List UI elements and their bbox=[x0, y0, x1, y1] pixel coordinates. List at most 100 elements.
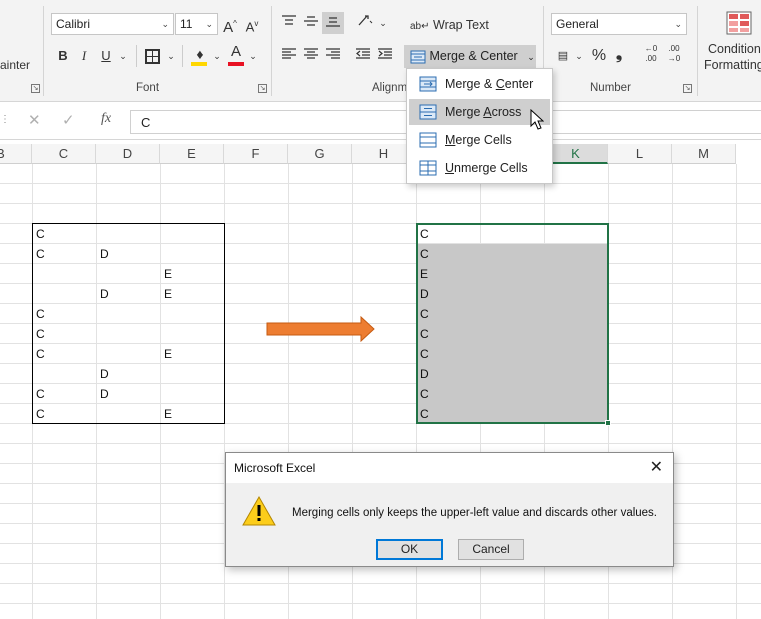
borders-icon[interactable] bbox=[145, 49, 160, 64]
insert-function-icon[interactable]: fx bbox=[101, 111, 111, 127]
result-cell[interactable]: C bbox=[417, 324, 607, 344]
italic-button[interactable]: I bbox=[75, 45, 93, 67]
result-cell[interactable]: D bbox=[417, 284, 607, 304]
chevron-down-icon[interactable]: ⌄ bbox=[116, 45, 130, 67]
table-cell[interactable]: C bbox=[33, 244, 96, 264]
column-header-c[interactable]: C bbox=[32, 144, 96, 164]
table-cell[interactable] bbox=[161, 224, 224, 244]
table-cell[interactable]: D bbox=[97, 384, 160, 404]
font-color-icon[interactable]: A bbox=[227, 41, 245, 63]
table-cell[interactable]: E bbox=[161, 284, 224, 304]
table-cell[interactable]: C bbox=[33, 384, 96, 404]
increase-indent-icon[interactable] bbox=[376, 45, 394, 67]
column-header-g[interactable]: G bbox=[288, 144, 352, 164]
decrease-indent-icon[interactable] bbox=[354, 45, 372, 67]
column-header-f[interactable]: F bbox=[224, 144, 288, 164]
accounting-format-icon[interactable]: ▤ bbox=[553, 45, 573, 67]
column-header-e[interactable]: E bbox=[160, 144, 224, 164]
top-align-icon[interactable] bbox=[280, 12, 298, 34]
table-cell[interactable] bbox=[33, 284, 96, 304]
chevron-down-icon[interactable]: ⌄ bbox=[574, 45, 584, 67]
middle-align-icon[interactable] bbox=[302, 12, 320, 34]
chevron-down-icon[interactable]: ⌄ bbox=[246, 45, 260, 67]
align-right-icon[interactable] bbox=[324, 45, 342, 67]
chevron-down-icon[interactable]: ⌄ bbox=[210, 45, 224, 67]
result-cell[interactable]: C bbox=[417, 244, 607, 264]
column-header-k[interactable]: K bbox=[544, 144, 608, 164]
column-header-m[interactable]: M bbox=[672, 144, 736, 164]
underline-button[interactable]: U bbox=[97, 45, 115, 67]
table-cell[interactable]: C bbox=[33, 224, 96, 244]
ok-button[interactable]: OK bbox=[376, 539, 443, 560]
menu-item-unmerge-cells[interactable]: Unmerge Cells bbox=[409, 155, 550, 181]
group-separator bbox=[697, 6, 698, 96]
table-cell[interactable]: C bbox=[33, 344, 96, 364]
table-cell[interactable]: C bbox=[33, 304, 96, 324]
chevron-down-icon[interactable]: ⌄ bbox=[378, 12, 388, 34]
bottom-align-icon[interactable] bbox=[322, 12, 344, 34]
table-cell[interactable] bbox=[97, 304, 160, 324]
table-cell[interactable]: C bbox=[33, 324, 96, 344]
enter-check-icon[interactable]: ✓ bbox=[62, 111, 75, 129]
orientation-icon[interactable] bbox=[355, 12, 377, 34]
clipboard-launcher-icon[interactable]: ↘ bbox=[31, 84, 40, 93]
column-header-b[interactable]: B bbox=[0, 144, 32, 164]
result-cell[interactable]: C bbox=[417, 224, 607, 244]
table-cell[interactable] bbox=[161, 244, 224, 264]
conditional-formatting-label-1[interactable]: Condition bbox=[708, 42, 761, 56]
table-cell[interactable] bbox=[161, 364, 224, 384]
grow-font-button[interactable]: A^ bbox=[220, 13, 240, 36]
wrap-text-button[interactable]: ab↵ Wrap Text bbox=[410, 14, 489, 36]
result-cell[interactable]: D bbox=[417, 364, 607, 384]
table-cell[interactable] bbox=[97, 404, 160, 424]
menu-item-merge-cells[interactable]: Merge Cells bbox=[409, 127, 550, 153]
number-launcher-icon[interactable]: ↘ bbox=[683, 84, 692, 93]
name-box-handle-icon[interactable]: ⋮ bbox=[0, 114, 10, 125]
table-cell[interactable]: E bbox=[161, 404, 224, 424]
menu-item-merge-center[interactable]: Merge & Center bbox=[409, 71, 550, 97]
column-header-l[interactable]: L bbox=[608, 144, 672, 164]
font-launcher-icon[interactable]: ↘ bbox=[258, 84, 267, 93]
table-cell[interactable] bbox=[161, 304, 224, 324]
close-icon[interactable]: ✕ bbox=[650, 457, 663, 477]
menu-item-merge-across[interactable]: Merge Across bbox=[409, 99, 550, 125]
decrease-decimal-icon[interactable]: .00 →0 bbox=[664, 44, 684, 66]
result-cell[interactable]: E bbox=[417, 264, 607, 284]
column-header-d[interactable]: D bbox=[96, 144, 160, 164]
table-cell[interactable] bbox=[33, 264, 96, 284]
cancel-icon[interactable]: ✕ bbox=[28, 111, 41, 129]
result-cell[interactable]: C bbox=[417, 384, 607, 404]
table-cell[interactable] bbox=[97, 224, 160, 244]
result-cell[interactable]: C bbox=[417, 304, 607, 324]
shrink-font-button[interactable]: Av bbox=[242, 13, 262, 35]
merge-center-button[interactable]: Merge & Center ⌄ bbox=[404, 45, 536, 68]
table-cell[interactable]: E bbox=[161, 344, 224, 364]
align-left-icon[interactable] bbox=[280, 45, 298, 67]
font-name-combo[interactable]: Calibri ⌄ bbox=[51, 13, 174, 35]
increase-decimal-icon[interactable]: ←0.00 bbox=[641, 44, 661, 66]
format-painter-label[interactable]: ainter bbox=[0, 58, 30, 72]
number-format-combo[interactable]: General ⌄ bbox=[551, 13, 687, 35]
table-cell[interactable] bbox=[161, 384, 224, 404]
chevron-down-icon[interactable]: ⌄ bbox=[164, 45, 178, 67]
table-cell[interactable] bbox=[161, 324, 224, 344]
align-center-icon[interactable] bbox=[302, 45, 320, 67]
percent-icon[interactable]: % bbox=[589, 45, 609, 67]
font-size-combo[interactable]: 11 ⌄ bbox=[175, 13, 218, 35]
result-cell[interactable]: C bbox=[417, 344, 607, 364]
comma-style-icon[interactable]: ❟ bbox=[611, 44, 627, 66]
table-cell[interactable]: E bbox=[161, 264, 224, 284]
table-cell[interactable]: D bbox=[97, 284, 160, 304]
table-cell[interactable] bbox=[97, 344, 160, 364]
table-cell[interactable] bbox=[33, 364, 96, 384]
bold-button[interactable]: B bbox=[54, 45, 72, 67]
conditional-formatting-label-2[interactable]: Formatting bbox=[704, 58, 761, 72]
table-cell[interactable] bbox=[97, 324, 160, 344]
table-cell[interactable] bbox=[97, 264, 160, 284]
result-cell[interactable]: C bbox=[417, 404, 607, 424]
table-cell[interactable]: D bbox=[97, 244, 160, 264]
table-cell[interactable]: C bbox=[33, 404, 96, 424]
cancel-button[interactable]: Cancel bbox=[458, 539, 524, 560]
conditional-formatting-icon[interactable] bbox=[726, 11, 752, 35]
table-cell[interactable]: D bbox=[97, 364, 160, 384]
